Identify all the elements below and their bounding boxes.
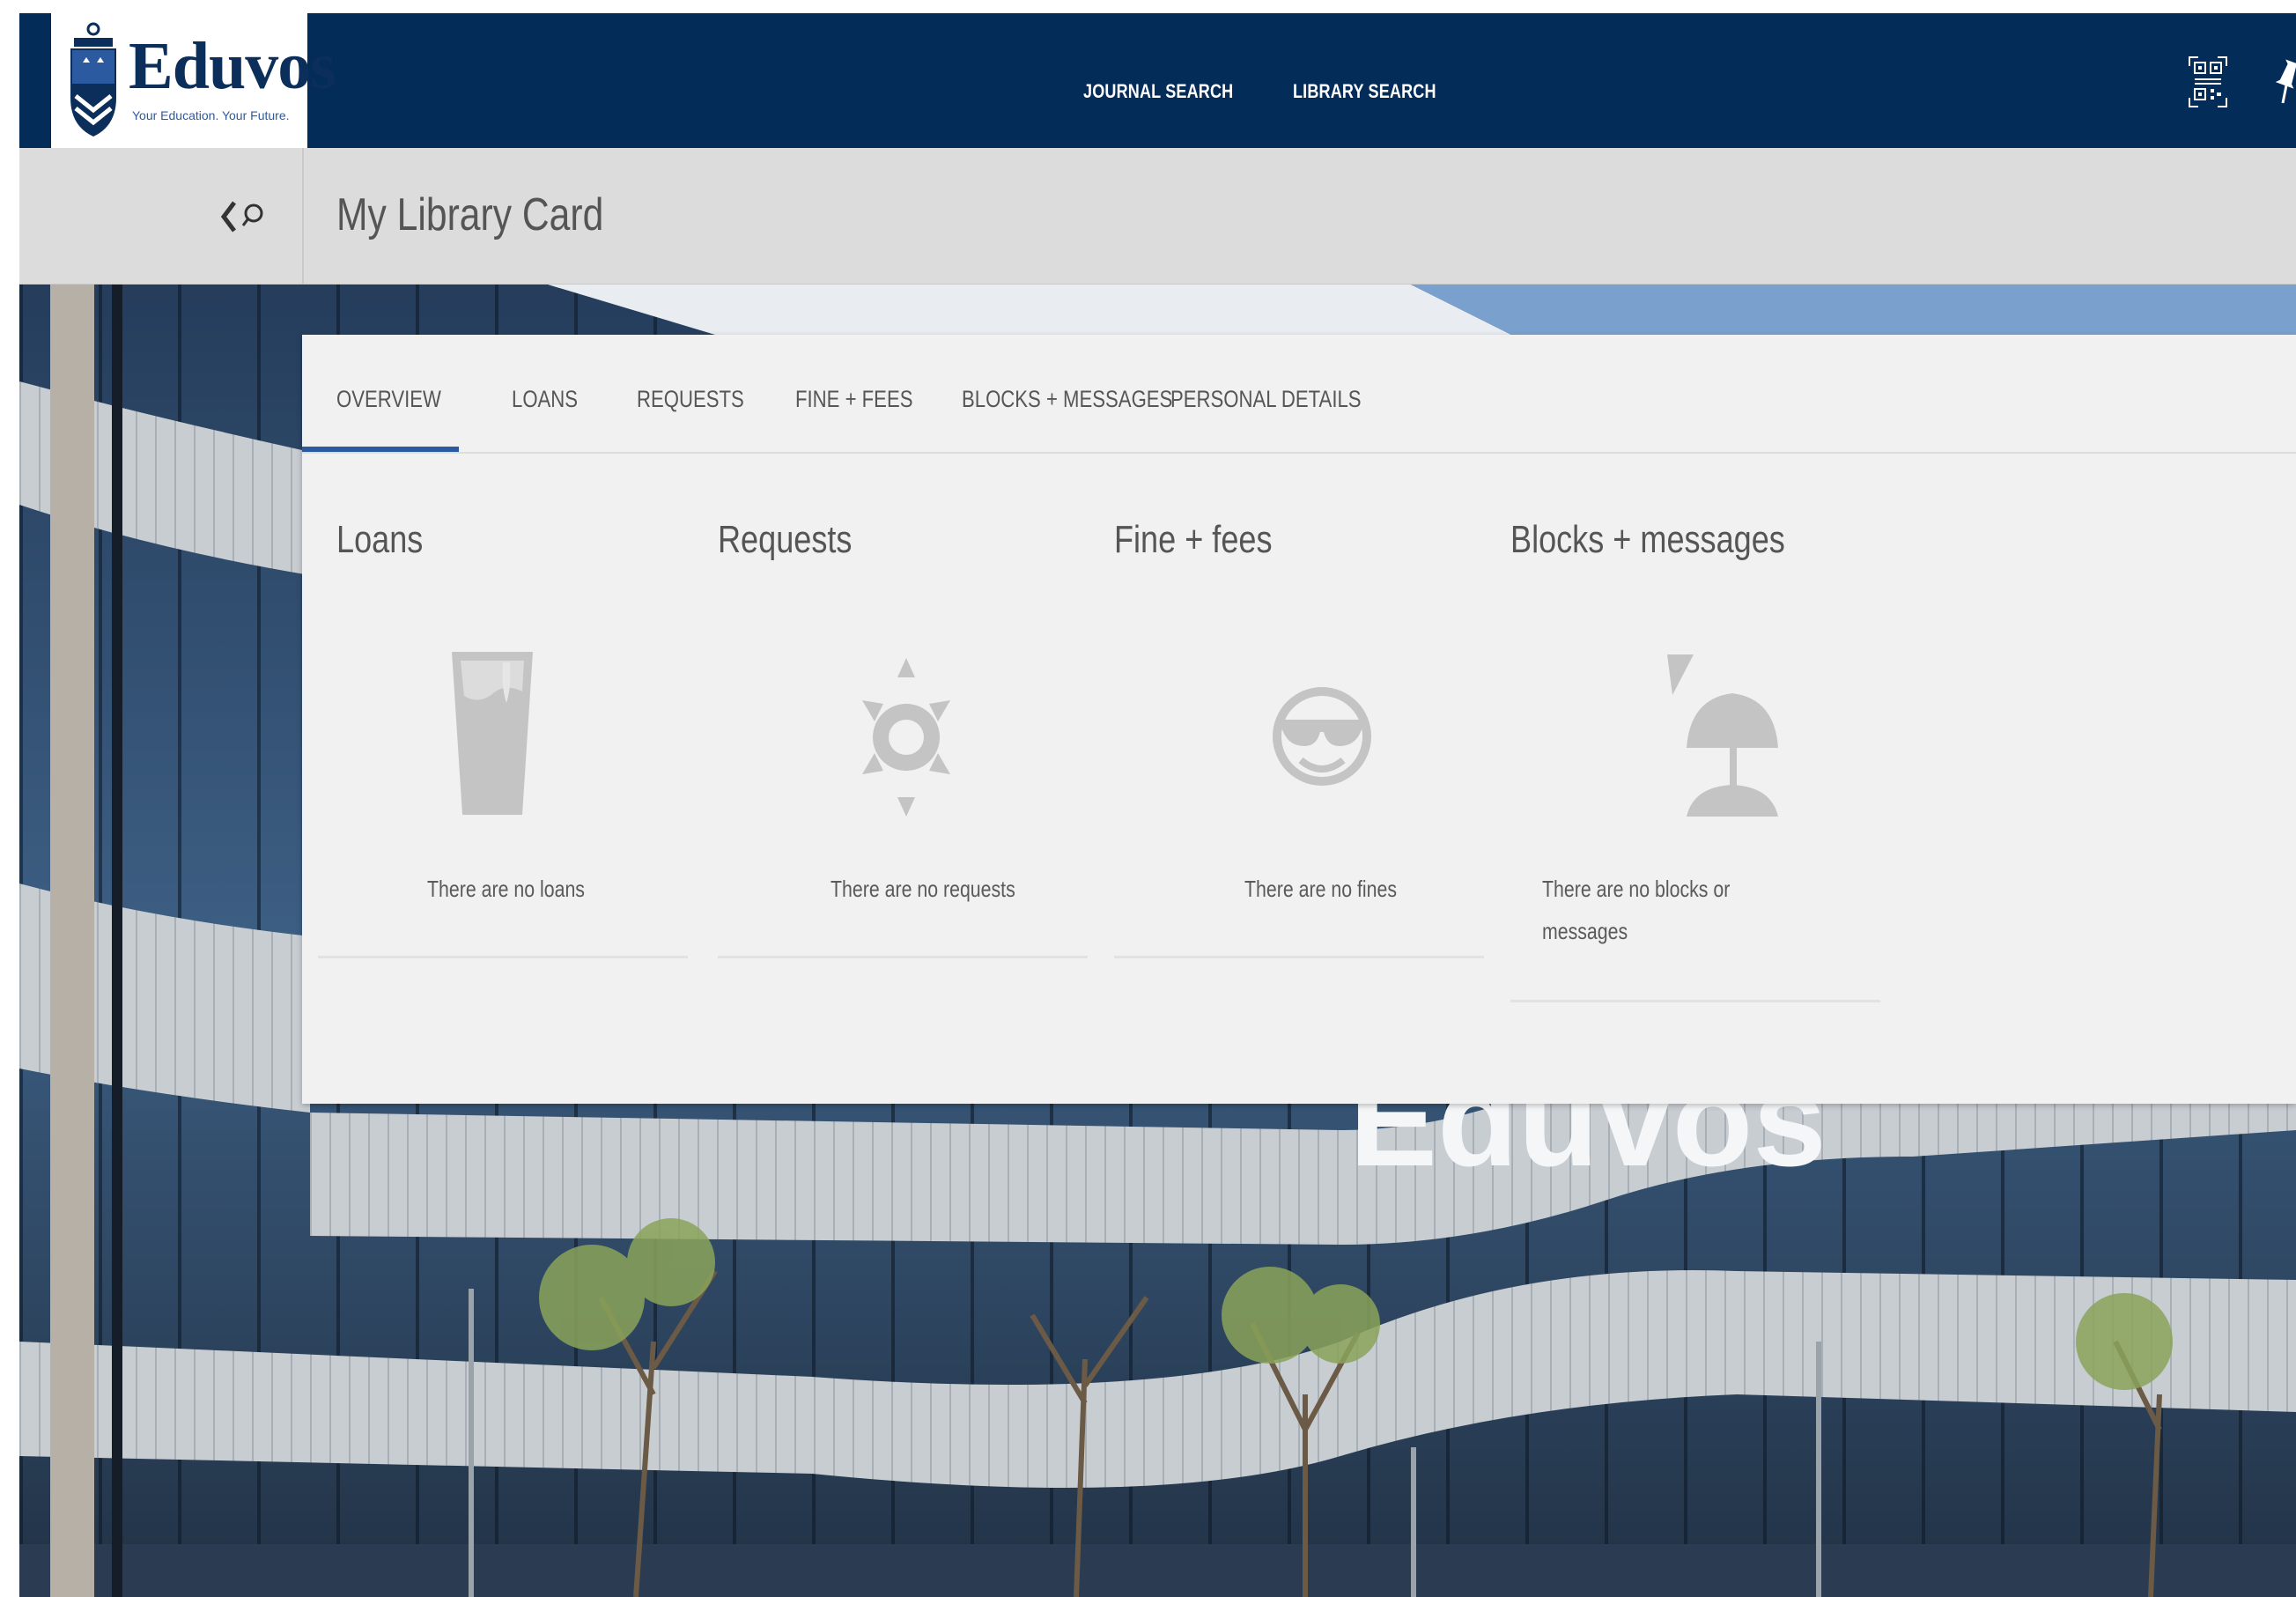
sub-header-left [19, 148, 304, 285]
requests-message: There are no requests [831, 876, 1015, 902]
loans-heading: Loans [336, 518, 424, 561]
tab-requests[interactable]: REQUESTS [637, 386, 744, 413]
card-tabs: OVERVIEW LOANS REQUESTS FINE + FEES BLOC… [302, 335, 2296, 454]
brand-name: Eduvos [129, 29, 336, 103]
tab-personal-details[interactable]: PERSONAL DETAILS [1170, 386, 1362, 413]
pin-icon[interactable] [2274, 55, 2296, 108]
loans-message: There are no loans [427, 876, 585, 902]
sunglasses-smiley-icon [1273, 687, 1371, 786]
fines-heading: Fine + fees [1114, 518, 1273, 561]
library-card-panel: OVERVIEW LOANS REQUESTS FINE + FEES BLOC… [302, 335, 2296, 1104]
tab-loans[interactable]: LOANS [512, 386, 578, 413]
fines-divider [1114, 956, 1484, 958]
blocks-divider [1510, 1000, 1880, 1002]
back-search-icon[interactable] [220, 197, 273, 236]
logo[interactable]: Eduvos Your Education. Your Future. [51, 13, 336, 148]
active-tab-indicator [302, 447, 459, 452]
requests-divider [718, 956, 1088, 958]
qr-code-icon[interactable] [2188, 55, 2228, 108]
beach-umbrella-icon [1667, 654, 1778, 817]
blocks-message-line1: There are no blocks or [1542, 876, 1731, 902]
tab-fine-fees[interactable]: FINE + FEES [795, 386, 912, 413]
blocks-message-line2: messages [1542, 918, 1628, 944]
library-search-link[interactable]: LIBRARY SEARCH [1293, 80, 1436, 103]
blocks-heading: Blocks + messages [1510, 518, 1785, 561]
tab-blocks-messages[interactable]: BLOCKS + MESSAGES [962, 386, 1172, 413]
sun-icon [862, 658, 950, 817]
tab-overview[interactable]: OVERVIEW [336, 386, 441, 413]
requests-heading: Requests [718, 518, 853, 561]
top-nav: JOURNAL SEARCH LIBRARY SEARCH [1083, 80, 1467, 103]
fines-message: There are no fines [1244, 876, 1398, 902]
brand-tagline: Your Education. Your Future. [132, 108, 290, 122]
sub-header: My Library Card [19, 148, 2296, 285]
crest-icon [70, 22, 116, 137]
page-title: My Library Card [336, 189, 604, 240]
journal-search-link[interactable]: JOURNAL SEARCH [1083, 80, 1233, 103]
app-frame: Eduvos Your Education. Your Future. JOUR… [19, 13, 2296, 1597]
top-header: Eduvos Your Education. Your Future. JOUR… [19, 13, 2296, 148]
loans-divider [318, 956, 688, 958]
glass-icon [452, 652, 533, 815]
